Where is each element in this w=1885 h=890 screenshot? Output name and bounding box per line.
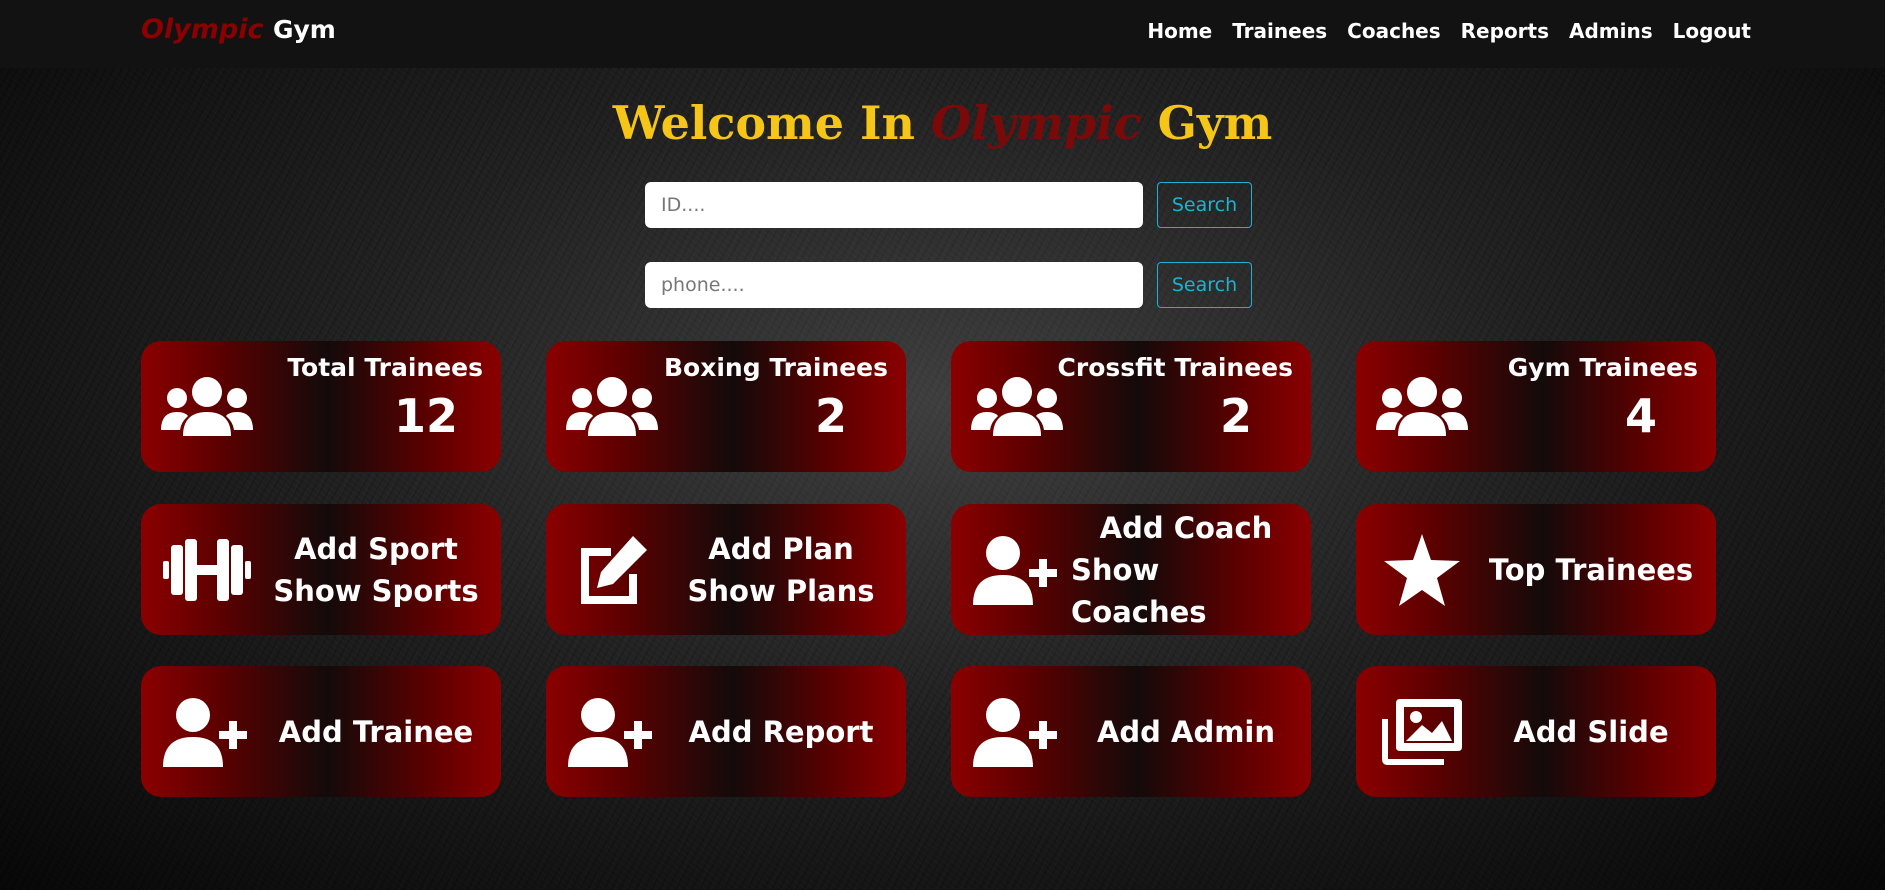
star-icon <box>1374 528 1470 612</box>
top-trainees-card[interactable]: Top Trainees <box>1356 504 1716 635</box>
action-text: Add Plan Show Plans <box>666 504 896 635</box>
edit-icon <box>564 528 660 612</box>
add-sport-card[interactable]: Add Sport Show Sports <box>141 504 501 635</box>
add-trainee-link[interactable]: Add Trainee <box>279 711 473 753</box>
search-id-input[interactable] <box>645 182 1143 228</box>
show-plans-link[interactable]: Show Plans <box>687 570 874 612</box>
nav-links: Home Trainees Coaches Reports Admins Log… <box>1147 19 1751 43</box>
brand-name-part1: Olympic <box>141 14 264 45</box>
action-text: Add Coach Show Coaches <box>1071 504 1301 635</box>
add-trainee-card[interactable]: Add Trainee <box>141 666 501 797</box>
users-icon <box>969 365 1065 449</box>
nav-link-home[interactable]: Home <box>1147 19 1212 43</box>
users-icon <box>1374 365 1470 449</box>
page-title: Welcome In Olympic Gym <box>0 96 1885 150</box>
add-slide-link[interactable]: Add Slide <box>1513 711 1668 753</box>
dumbbell-icon <box>159 528 255 612</box>
brand-logo[interactable]: Olympic Gym <box>141 14 336 45</box>
stat-value: 4 <box>1624 389 1657 443</box>
nav-link-logout[interactable]: Logout <box>1673 19 1751 43</box>
add-slide-card[interactable]: Add Slide <box>1356 666 1716 797</box>
add-report-link[interactable]: Add Report <box>689 711 874 753</box>
nav-link-trainees[interactable]: Trainees <box>1232 19 1327 43</box>
user-plus-icon <box>564 690 660 774</box>
stat-card-crossfit-trainees[interactable]: Crossfit Trainees 2 <box>951 341 1311 472</box>
nav-link-coaches[interactable]: Coaches <box>1347 19 1440 43</box>
action-text: Add Slide <box>1476 666 1706 797</box>
stat-card-gym-trainees[interactable]: Gym Trainees 4 <box>1356 341 1716 472</box>
title-part2: Olympic <box>930 96 1142 150</box>
user-plus-icon <box>969 690 1065 774</box>
action-text: Add Admin <box>1071 666 1301 797</box>
search-by-id-row: Search <box>645 182 1252 228</box>
stat-value: 12 <box>393 389 458 443</box>
users-icon <box>159 365 255 449</box>
show-coaches-link[interactable]: Show Coaches <box>1071 549 1301 633</box>
action-text: Top Trainees <box>1476 504 1706 635</box>
add-admin-card[interactable]: Add Admin <box>951 666 1311 797</box>
add-admin-link[interactable]: Add Admin <box>1097 711 1275 753</box>
action-text: Add Trainee <box>261 666 491 797</box>
navbar: Olympic Gym Home Trainees Coaches Report… <box>0 0 1885 68</box>
add-plan-link[interactable]: Add Plan <box>708 528 853 570</box>
show-sports-link[interactable]: Show Sports <box>273 570 478 612</box>
add-coach-card[interactable]: Add Coach Show Coaches <box>951 504 1311 635</box>
nav-link-admins[interactable]: Admins <box>1569 19 1653 43</box>
add-plan-card[interactable]: Add Plan Show Plans <box>546 504 906 635</box>
search-phone-input[interactable] <box>645 262 1143 308</box>
stat-card-boxing-trainees[interactable]: Boxing Trainees 2 <box>546 341 906 472</box>
users-icon <box>564 365 660 449</box>
add-coach-link[interactable]: Add Coach <box>1100 507 1273 549</box>
stat-label: Gym Trainees <box>1507 353 1698 382</box>
nav-link-reports[interactable]: Reports <box>1461 19 1549 43</box>
add-sport-link[interactable]: Add Sport <box>294 528 458 570</box>
search-phone-button[interactable]: Search <box>1157 262 1252 308</box>
stat-value: 2 <box>1219 389 1252 443</box>
title-part3: Gym <box>1157 96 1273 150</box>
stat-card-total-trainees[interactable]: Total Trainees 12 <box>141 341 501 472</box>
action-text: Add Report <box>666 666 896 797</box>
action-text: Add Sport Show Sports <box>261 504 491 635</box>
search-id-button[interactable]: Search <box>1157 182 1252 228</box>
stat-label: Boxing Trainees <box>664 353 888 382</box>
top-trainees-link[interactable]: Top Trainees <box>1489 549 1693 591</box>
add-report-card[interactable]: Add Report <box>546 666 906 797</box>
user-plus-icon <box>159 690 255 774</box>
images-icon <box>1374 690 1470 774</box>
title-part1: Welcome In <box>612 96 915 150</box>
brand-name-part2: Gym <box>272 15 336 44</box>
stat-value: 2 <box>814 389 847 443</box>
stat-label: Crossfit Trainees <box>1057 353 1293 382</box>
search-by-phone-row: Search <box>645 262 1252 308</box>
stat-label: Total Trainees <box>287 353 483 382</box>
user-plus-icon <box>969 528 1065 612</box>
